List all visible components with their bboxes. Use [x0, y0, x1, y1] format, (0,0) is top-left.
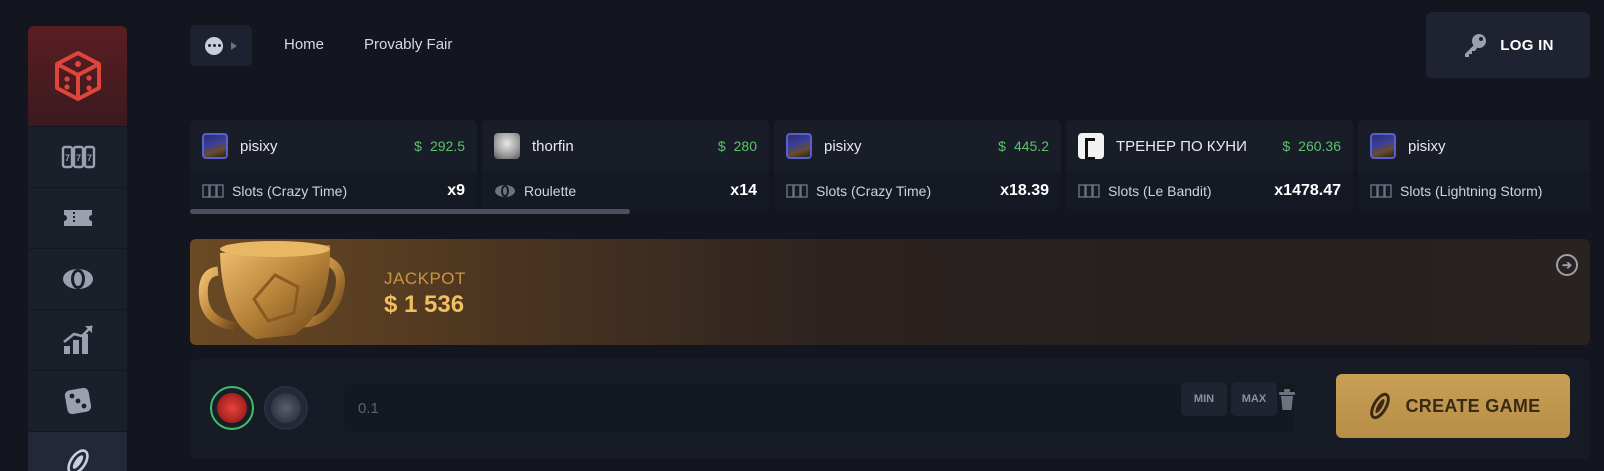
feed-scrollbar[interactable]: [190, 209, 630, 214]
svg-text:7: 7: [86, 153, 91, 163]
bet-card[interactable]: pisixy $292.5 Slots (Crazy Time) x9: [190, 120, 477, 210]
roulette-icon: [62, 269, 93, 289]
nav-provably-fair[interactable]: Provably Fair: [364, 36, 452, 53]
create-game-bar: MIN MAX CREATE GAME: [190, 359, 1590, 459]
bet-card-bottom: Slots (Le Bandit) x1478.47: [1066, 172, 1353, 210]
dark-coin-icon: [271, 393, 301, 423]
bet-card[interactable]: ТРЕНЕР ПО КУНИ $260.36 Slots (Le Bandit)…: [1066, 120, 1353, 210]
bet-amount-value: 280: [733, 138, 757, 154]
bet-currency: $: [998, 138, 1006, 154]
bet-multiplier: x9: [447, 182, 465, 199]
bet-game: Roulette: [524, 183, 577, 199]
chart-growth-icon: [62, 325, 93, 354]
min-button[interactable]: MIN: [1181, 382, 1227, 416]
bet-amount-value: 445.2: [1013, 138, 1049, 154]
coinflip-icon: [1369, 392, 1390, 420]
bet-username: pisixy: [240, 137, 278, 155]
bet-card-top: pisixy $445.2: [786, 132, 1049, 160]
dice-logo-icon: [54, 51, 101, 101]
bet-card[interactable]: thorfin $280 Roulette x14: [482, 120, 769, 210]
sidebar-item-crash[interactable]: [28, 309, 127, 370]
chevron-right-icon: [231, 41, 237, 50]
slots-icon: [1370, 184, 1392, 198]
jackpot-label: JACKPOT: [384, 269, 466, 288]
red-coin-icon: [217, 393, 247, 423]
bet-multiplier: x14: [730, 182, 757, 199]
bet-card-bottom: Slots (Lightning Storm): [1358, 172, 1590, 210]
live-bets-feed: pisixy $292.5 Slots (Crazy Time) x9 thor…: [190, 120, 1590, 212]
bet-username: thorfin: [532, 137, 574, 155]
chat-toggle-button[interactable]: [190, 25, 252, 66]
bet-multiplier: x1478.47: [1274, 182, 1341, 199]
avatar: [786, 133, 812, 159]
avatar: [1370, 133, 1396, 159]
sidebar-item-roulette[interactable]: [28, 248, 127, 309]
bet-card-top: pisixy $292.5: [202, 132, 465, 160]
sidebar-item-slots[interactable]: 7 7 7: [28, 126, 127, 187]
bet-game: Slots (Crazy Time): [232, 183, 348, 199]
avatar: [494, 133, 520, 159]
bet-amount-value: 260.36: [1298, 138, 1341, 154]
bet-username: pisixy: [824, 137, 862, 155]
bet-amount: $280: [718, 138, 757, 154]
slots-icon: [202, 184, 224, 198]
dice-logo[interactable]: [28, 26, 127, 126]
bet-currency: $: [1282, 138, 1291, 154]
ticket-icon: [63, 210, 92, 226]
key-icon: [1465, 34, 1487, 57]
coinflip-icon: [66, 449, 89, 471]
slots-icon: [1078, 184, 1100, 198]
bet-currency: $: [717, 138, 726, 154]
max-button[interactable]: MAX: [1231, 382, 1277, 416]
coin-side-red-button[interactable]: [210, 386, 254, 430]
dice-icon: [64, 387, 91, 415]
login-button[interactable]: LOG IN: [1426, 12, 1590, 78]
bet-amount: $260.36: [1282, 138, 1341, 154]
bet-amount-input[interactable]: [344, 383, 1294, 433]
bet-game: Slots (Crazy Time): [816, 183, 932, 199]
bet-card-top: ТРЕНЕР ПО КУНИ $260.36: [1078, 132, 1341, 160]
bet-username: pisixy: [1408, 137, 1446, 155]
bet-multiplier: x18.39: [1000, 182, 1049, 199]
bet-card[interactable]: pisixy $445.2 Slots (Crazy Time) x18.39: [774, 120, 1061, 210]
bet-username: ТРЕНЕР ПО КУНИ: [1116, 137, 1247, 155]
bet-game: Slots (Lightning Storm): [1400, 183, 1543, 199]
arrow-right-circle-icon[interactable]: ➔: [1556, 254, 1578, 276]
slots-icon: 7 7 7: [61, 145, 95, 169]
sidebar-item-dice[interactable]: [28, 370, 127, 431]
sidebar: 7 7 7: [28, 26, 127, 471]
sidebar-item-coinflip[interactable]: [28, 431, 127, 471]
create-game-label: CREATE GAME: [1405, 395, 1541, 416]
bet-card-top: pisixy: [1370, 132, 1590, 160]
avatar: [202, 133, 228, 159]
bet-game: Slots (Le Bandit): [1108, 183, 1212, 199]
bet-amount: $445.2: [998, 138, 1049, 154]
svg-text:7: 7: [64, 153, 69, 163]
coin-side-dark-button[interactable]: [264, 386, 308, 430]
bet-card[interactable]: pisixy Slots (Lightning Storm): [1358, 120, 1590, 210]
sidebar-item-tickets[interactable]: [28, 187, 127, 248]
roulette-icon: [495, 185, 515, 197]
bet-card-top: thorfin $280: [494, 132, 757, 160]
avatar: [1078, 133, 1104, 160]
jackpot-banner[interactable]: JACKPOT $ 1 536 ➔: [190, 239, 1590, 345]
trophy-icon: [198, 241, 345, 339]
create-game-button[interactable]: CREATE GAME: [1336, 374, 1570, 438]
bet-amount: $292.5: [414, 138, 465, 154]
nav-home[interactable]: Home: [284, 36, 324, 53]
svg-text:7: 7: [75, 153, 80, 163]
app-root: 7 7 7 Home Provably Fair LOG IN pisixy $…: [0, 0, 1604, 471]
bet-card-bottom: Slots (Crazy Time) x9: [190, 172, 477, 210]
login-label: LOG IN: [1500, 36, 1554, 54]
bet-card-bottom: Roulette x14: [482, 172, 769, 210]
bet-currency: $: [414, 138, 422, 154]
slots-icon: [786, 184, 808, 198]
chat-icon: [205, 36, 223, 55]
bet-amount-value: 292.5: [429, 138, 465, 154]
bet-card-bottom: Slots (Crazy Time) x18.39: [774, 172, 1061, 210]
jackpot-value: $ 1 536: [384, 291, 465, 318]
trash-icon[interactable]: [1277, 389, 1297, 411]
